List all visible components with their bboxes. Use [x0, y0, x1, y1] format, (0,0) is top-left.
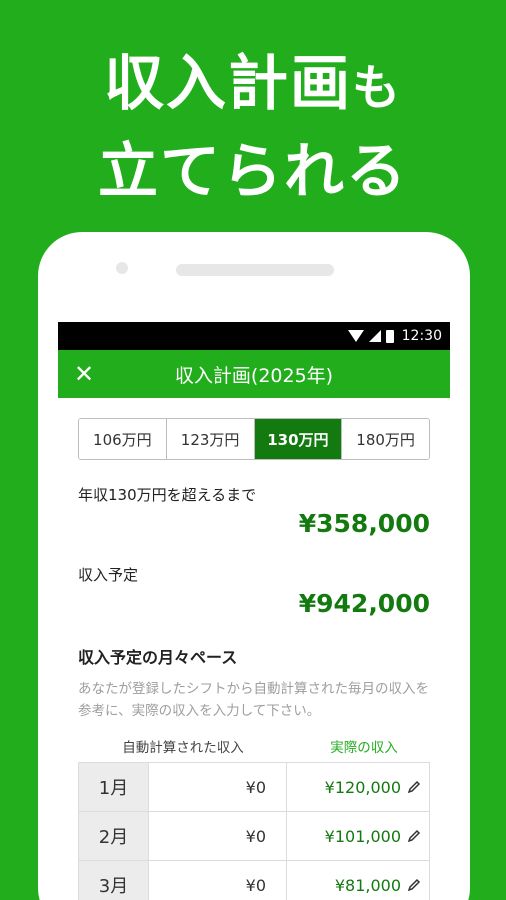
headline-line1-suffix: も [351, 60, 402, 116]
tab-180[interactable]: 180万円 [342, 419, 429, 459]
header-actual: 実際の収入 [330, 740, 398, 756]
tab-123[interactable]: 123万円 [166, 419, 255, 459]
speaker-grille [176, 264, 334, 276]
month-cell: 1月 [79, 763, 149, 811]
pencil-icon [407, 829, 421, 843]
actual-income-value: ¥101,000 [324, 826, 401, 846]
status-time: 12:30 [401, 328, 442, 344]
auto-income-cell: ¥0 [149, 861, 287, 900]
actual-income-value: ¥81,000 [334, 875, 401, 895]
pace-description: あなたが登録したシフトから自動計算された毎月の収入を参考に、実際の収入を入力して… [78, 681, 429, 719]
header-auto: 自動計算された収入 [122, 740, 244, 756]
auto-income-cell: ¥0 [149, 763, 287, 811]
app-title: 収入計画(2025年) [174, 364, 334, 387]
headline-line1: 収入計画 [103, 49, 352, 119]
app-bar: ✕ 収入計画(2025年) [58, 350, 450, 398]
table-row: 3月 ¥0 ¥81,000 [79, 861, 429, 900]
actual-income-cell[interactable]: ¥120,000 [287, 763, 429, 811]
phone-screen: 12:30 ✕ 収入計画(2025年) 106万円 123万円 130万円 18… [58, 322, 450, 900]
pace-title: 収入予定の月々ペース [78, 648, 238, 667]
tab-106[interactable]: 106万円 [79, 419, 167, 459]
remaining-label: 年収130万円を超えるまで [78, 486, 257, 504]
camera-icon [116, 262, 128, 274]
table-row: 1月 ¥0 ¥120,000 [79, 763, 429, 812]
battery-icon [385, 329, 394, 343]
planned-amount: ¥942,000 [298, 589, 430, 618]
month-cell: 2月 [79, 812, 149, 860]
auto-income-cell: ¥0 [149, 812, 287, 860]
planned-block: 収入予定 ¥942,000 [78, 564, 430, 618]
table-row: 2月 ¥0 ¥101,000 [79, 812, 429, 861]
headline: 収入計画も 立てられる [0, 42, 506, 214]
tab-130[interactable]: 130万円 [254, 419, 343, 459]
planned-label: 収入予定 [78, 566, 139, 584]
close-icon[interactable]: ✕ [74, 360, 94, 388]
phone-frame: 12:30 ✕ 収入計画(2025年) 106万円 123万円 130万円 18… [38, 232, 470, 900]
table-headers: 自動計算された収入 実際の収入 [78, 736, 430, 756]
content: 106万円 123万円 130万円 180万円 年収130万円を超えるまで ¥3… [58, 398, 450, 900]
status-bar: 12:30 [58, 322, 450, 350]
month-cell: 3月 [79, 861, 149, 900]
actual-income-value: ¥120,000 [324, 777, 401, 797]
promo-screen: 収入計画も 立てられる 12:30 ✕ 収入計画(2025年) 106万円 12… [0, 0, 506, 900]
monthly-table: 1月 ¥0 ¥120,000 2月 ¥0 ¥101,000 3月 ¥0 ¥81,… [78, 762, 430, 900]
actual-income-cell[interactable]: ¥101,000 [287, 812, 429, 860]
income-limit-tabs: 106万円 123万円 130万円 180万円 [78, 418, 430, 460]
pencil-icon [407, 780, 421, 794]
remaining-amount: ¥358,000 [298, 509, 430, 538]
pencil-icon [407, 878, 421, 892]
actual-income-cell[interactable]: ¥81,000 [287, 861, 429, 900]
signal-icon [368, 330, 381, 342]
wifi-icon [347, 330, 364, 342]
remaining-block: 年収130万円を超えるまで ¥358,000 [78, 484, 430, 538]
headline-line2: 立てられる [98, 137, 408, 207]
